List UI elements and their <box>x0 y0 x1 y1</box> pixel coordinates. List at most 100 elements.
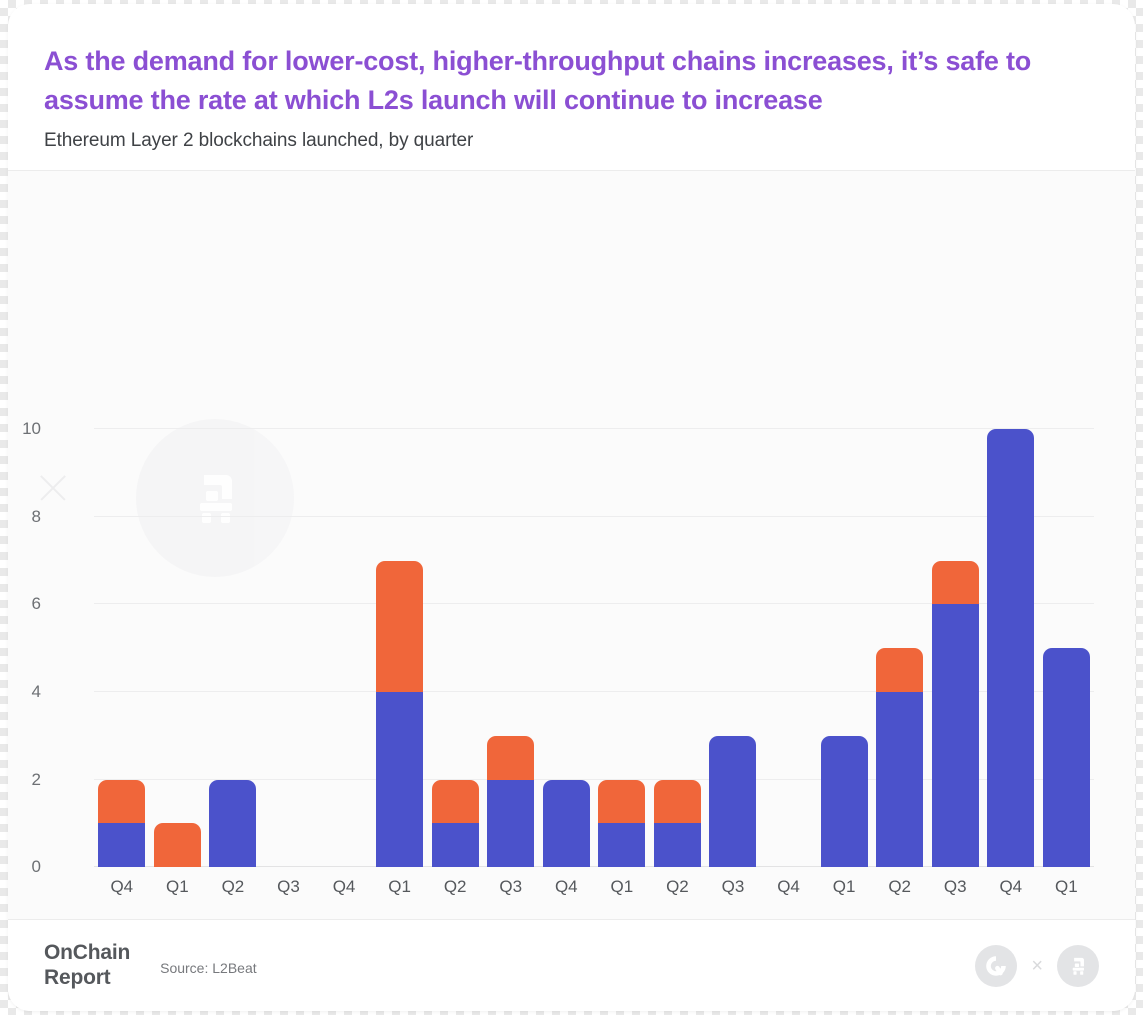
x-axis-tick-label: Q3 <box>705 877 761 897</box>
stacked-bar[interactable] <box>154 823 201 867</box>
bar-slot[interactable] <box>427 429 483 867</box>
x-axis-tick-labels: Q4Q1Q2Q3Q4Q1Q2Q3Q4Q1Q2Q3Q4Q1Q2Q3Q4Q1 <box>94 877 1094 897</box>
bar-segment-active[interactable] <box>1043 648 1090 867</box>
bar-slot[interactable] <box>94 429 150 867</box>
card-footer: OnChain Report Source: L2Beat × <box>8 919 1135 1011</box>
x-axis-tick-label: Q3 <box>927 877 983 897</box>
bar-segment-active[interactable] <box>598 823 645 867</box>
bar-segment-active[interactable] <box>543 780 590 868</box>
stacked-bar[interactable] <box>209 780 256 868</box>
bar-slot[interactable] <box>372 429 428 867</box>
brand-line-2: Report <box>44 966 130 991</box>
bar-segment-archived[interactable] <box>432 780 479 824</box>
stacked-bar[interactable] <box>1043 648 1090 867</box>
x-axis-tick-label: Q4 <box>539 877 595 897</box>
bar-slot[interactable] <box>705 429 761 867</box>
stacked-bar[interactable] <box>543 780 590 868</box>
bar-segment-archived[interactable] <box>376 561 423 692</box>
bar-series <box>94 429 1094 867</box>
x-axis-tick-label: Q1 <box>594 877 650 897</box>
bar-slot[interactable] <box>539 429 595 867</box>
x-axis-tick-label: Q2 <box>205 877 261 897</box>
y-axis-tick-label: 6 <box>8 594 41 614</box>
x-axis-tick-label: Q2 <box>872 877 928 897</box>
stacked-bar[interactable] <box>987 429 1034 867</box>
x-axis-tick-label: Q2 <box>650 877 706 897</box>
x-axis-tick-label: Q4 <box>316 877 372 897</box>
bar-slot[interactable] <box>761 429 817 867</box>
bar-slot[interactable] <box>983 429 1039 867</box>
bar-slot[interactable] <box>927 429 983 867</box>
plot-area: 0246810 <box>94 429 1094 867</box>
stacked-bar[interactable] <box>932 561 979 868</box>
bar-slot[interactable] <box>872 429 928 867</box>
bar-slot[interactable] <box>594 429 650 867</box>
bar-slot[interactable] <box>261 429 317 867</box>
bar-segment-active[interactable] <box>932 604 979 867</box>
plot-wrapper: 0246810 Q4Q1Q2Q3Q4Q1Q2Q3Q4Q1Q2Q3Q4Q1Q2Q3… <box>8 171 1135 919</box>
bar-segment-active[interactable] <box>654 823 701 867</box>
x-axis-tick-label: Q1 <box>816 877 872 897</box>
bar-segment-archived[interactable] <box>654 780 701 824</box>
bar-slot[interactable] <box>816 429 872 867</box>
source-label: Source: L2Beat <box>160 956 257 976</box>
bar-segment-active[interactable] <box>98 823 145 867</box>
brand-name: OnChain Report <box>44 941 130 991</box>
bar-segment-archived[interactable] <box>876 648 923 692</box>
stacked-bar[interactable] <box>654 780 701 868</box>
bar-segment-archived[interactable] <box>598 780 645 824</box>
stacked-bar[interactable] <box>709 736 756 867</box>
bar-slot[interactable] <box>150 429 206 867</box>
x-axis-tick-label: Q3 <box>261 877 317 897</box>
stacked-bar[interactable] <box>487 736 534 867</box>
stacked-bar[interactable] <box>598 780 645 868</box>
screenshot-root: As the demand for lower-cost, higher-thr… <box>0 0 1143 1015</box>
bar-segment-active[interactable] <box>987 429 1034 867</box>
watermark-x-icon <box>36 471 70 505</box>
y-axis-tick-label: 0 <box>8 857 41 877</box>
bar-slot[interactable] <box>650 429 706 867</box>
x-axis-tick-label: Q1 <box>372 877 428 897</box>
bar-segment-active[interactable] <box>709 736 756 867</box>
x-axis-tick-label: Q4 <box>983 877 1039 897</box>
bar-segment-active[interactable] <box>209 780 256 868</box>
bar-segment-active[interactable] <box>821 736 868 867</box>
logo-separator-x-icon: × <box>1031 956 1043 976</box>
x-axis-tick-label: Q1 <box>1039 877 1095 897</box>
x-axis-tick-label: Q4 <box>94 877 150 897</box>
stacked-bar[interactable] <box>821 736 868 867</box>
x-axis-tick-label: Q2 <box>427 877 483 897</box>
bar-segment-active[interactable] <box>432 823 479 867</box>
bar-segment-archived[interactable] <box>98 780 145 824</box>
bar-segment-active[interactable] <box>376 692 423 867</box>
bar-slot[interactable] <box>316 429 372 867</box>
bar-segment-archived[interactable] <box>154 823 201 867</box>
card-header: As the demand for lower-cost, higher-thr… <box>8 4 1135 171</box>
y-axis-tick-label: 8 <box>8 507 41 527</box>
y-axis-tick-label: 10 <box>8 419 41 439</box>
chart-subtitle: Ethereum Layer 2 blockchains launched, b… <box>44 130 1099 152</box>
footer-logos: × <box>975 945 1099 987</box>
bar-slot[interactable] <box>1039 429 1095 867</box>
y-axis-tick-label: 2 <box>8 770 41 790</box>
chart-body: 0246810 Q4Q1Q2Q3Q4Q1Q2Q3Q4Q1Q2Q3Q4Q1Q2Q3… <box>8 171 1135 919</box>
q-logo-icon <box>975 945 1017 987</box>
bar-segment-archived[interactable] <box>487 736 534 780</box>
x-axis-tick-label: Q4 <box>761 877 817 897</box>
stacked-bar[interactable] <box>432 780 479 868</box>
bar-segment-active[interactable] <box>876 692 923 867</box>
bar-segment-archived[interactable] <box>932 561 979 605</box>
x-axis-tick-label: Q3 <box>483 877 539 897</box>
bar-slot[interactable] <box>483 429 539 867</box>
brand-line-1: OnChain <box>44 941 130 966</box>
y-axis-tick-label: 4 <box>8 682 41 702</box>
x-axis-tick-label: Q1 <box>150 877 206 897</box>
stacked-bar[interactable] <box>876 648 923 867</box>
stacked-bar[interactable] <box>98 780 145 868</box>
stacked-bar[interactable] <box>376 561 423 868</box>
bar-slot[interactable] <box>205 429 261 867</box>
artemis-logo-icon <box>1057 945 1099 987</box>
bar-segment-active[interactable] <box>487 780 534 868</box>
chart-card: As the demand for lower-cost, higher-thr… <box>8 4 1135 1011</box>
chart-title: As the demand for lower-cost, higher-thr… <box>44 42 1074 120</box>
